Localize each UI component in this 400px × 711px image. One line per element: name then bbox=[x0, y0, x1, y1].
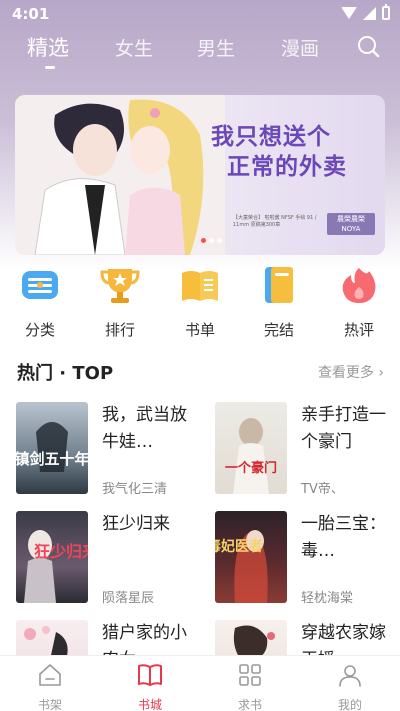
banner-dot bbox=[217, 238, 222, 243]
view-more-link[interactable]: 查看更多 › bbox=[318, 362, 384, 382]
search-icon[interactable] bbox=[356, 34, 380, 58]
book-author: 轻枕海棠 bbox=[301, 591, 354, 606]
quick-menu-label: 排行 bbox=[104, 321, 135, 339]
battery-icon bbox=[382, 4, 390, 20]
book-card[interactable]: 镇剑五十年 我，武当放牛娃… 我气化三清 bbox=[16, 402, 201, 502]
nav-request-book[interactable]: 求书 bbox=[220, 662, 280, 711]
nav-bookshelf[interactable]: 书架 bbox=[20, 662, 80, 711]
book-cover-art: 一个豪门 bbox=[225, 418, 277, 494]
quick-menu-hot-comments[interactable]: 热评 bbox=[329, 265, 389, 340]
request-book-icon bbox=[239, 664, 261, 686]
book-cover-title: 镇剑五十年 bbox=[16, 450, 88, 468]
book-title: 狂少归来 bbox=[102, 514, 170, 534]
chevron-right-icon: › bbox=[378, 365, 384, 381]
book-card[interactable]: 狂少归来 狂少归来 陨落星辰 bbox=[16, 511, 201, 611]
nav-label: 我的 bbox=[337, 698, 362, 711]
tab-male[interactable]: 男生 bbox=[197, 34, 235, 61]
book-card[interactable]: 一个豪门 亲手打造一个豪门 TV帝、 bbox=[215, 402, 400, 502]
hot-section-title: 热门 · TOP bbox=[17, 363, 114, 384]
book-cover-art: 毒妃医者 bbox=[215, 530, 268, 603]
book-title: 一胎三宝：毒… bbox=[301, 514, 386, 561]
banner-logo: 農榮農榮 NOYA bbox=[327, 213, 375, 235]
bookstore-icon bbox=[138, 664, 162, 686]
status-bar: 4:01 bbox=[0, 0, 400, 28]
quick-menu-label: 完结 bbox=[263, 321, 294, 339]
view-more-label: 查看更多 bbox=[317, 365, 374, 381]
tab-female[interactable]: 女生 bbox=[115, 34, 153, 61]
quick-menu: 分类 排行 书单 完结 热评 bbox=[0, 265, 400, 340]
category-tabs: 精选 女生 男生 漫画 bbox=[0, 30, 400, 70]
category-icon bbox=[22, 271, 58, 299]
tab-comics[interactable]: 漫画 bbox=[281, 34, 319, 61]
nav-label: 求书 bbox=[237, 698, 262, 711]
book-cover: 一个豪门 bbox=[215, 402, 287, 494]
tab-featured[interactable]: 精选 bbox=[27, 32, 69, 62]
book-author: 陨落星辰 bbox=[102, 591, 155, 606]
finished-book-icon bbox=[265, 267, 293, 303]
quick-menu-ranking[interactable]: 排行 bbox=[90, 265, 150, 340]
banner-logo-line2: NOYA bbox=[341, 225, 361, 233]
book-author: TV帝、 bbox=[301, 482, 344, 497]
book-title: 亲手打造一个豪门 bbox=[301, 405, 386, 452]
nav-label: 书架 bbox=[37, 698, 62, 711]
wifi-icon bbox=[341, 7, 357, 19]
quick-menu-booklist[interactable]: 书单 bbox=[170, 265, 230, 340]
banner-title-line2: 正常的外卖 bbox=[227, 154, 347, 180]
book-cover: 毒妃医者 bbox=[215, 511, 287, 603]
quick-menu-label: 分类 bbox=[24, 321, 55, 339]
book-cover-art: 镇剑五十年 bbox=[16, 422, 88, 472]
book-cover-title: 毒妃医者 bbox=[215, 538, 263, 555]
status-icons bbox=[341, 4, 390, 20]
active-tab-indicator bbox=[45, 66, 55, 69]
nav-label: 书城 bbox=[137, 698, 162, 711]
promo-banner[interactable]: 我只想送个 正常的外卖 【大童荣合】 啦啦酱 NFSF 手绘 91 / 11mm… bbox=[15, 95, 385, 255]
nav-profile[interactable]: 我的 bbox=[320, 662, 380, 711]
bookshelf-icon bbox=[39, 664, 61, 686]
nav-bookstore[interactable]: 书城 bbox=[120, 662, 180, 711]
bottom-nav: 书架 书城 求书 我的 bbox=[0, 655, 400, 711]
book-cover: 镇剑五十年 bbox=[16, 402, 88, 494]
cell-signal-icon bbox=[363, 6, 376, 20]
book-cover-title: 狂少归来 bbox=[34, 542, 88, 561]
book-cover-title: 一个豪门 bbox=[225, 460, 277, 476]
banner-info-text: 【大童荣合】 啦啦酱 NFSF 手绘 91 / 11mm 原稿第300章 bbox=[233, 215, 317, 228]
banner-pager bbox=[201, 238, 222, 243]
book-title: 我，武当放牛娃… bbox=[102, 405, 187, 452]
hot-comment-icon bbox=[342, 268, 376, 303]
booklist-icon bbox=[182, 271, 218, 301]
book-author: 我气化三清 bbox=[102, 482, 168, 497]
quick-menu-label: 书单 bbox=[184, 321, 215, 339]
banner-logo-line1: 農榮農榮 bbox=[337, 215, 365, 223]
book-cover-art: 狂少归来 bbox=[24, 530, 88, 603]
banner-dot bbox=[201, 238, 206, 243]
trophy-icon bbox=[100, 269, 140, 303]
book-cover: 狂少归来 bbox=[16, 511, 88, 603]
banner-dot bbox=[209, 238, 214, 243]
quick-menu-label: 热评 bbox=[343, 321, 374, 339]
quick-menu-finished[interactable]: 完结 bbox=[249, 265, 309, 340]
banner-illustration bbox=[15, 95, 225, 255]
quick-menu-category[interactable]: 分类 bbox=[10, 265, 70, 340]
profile-icon bbox=[339, 665, 361, 687]
status-time: 4:01 bbox=[12, 5, 50, 23]
banner-title-line1: 我只想送个 bbox=[211, 124, 331, 150]
book-card[interactable]: 毒妃医者 一胎三宝：毒… 轻枕海棠 bbox=[215, 511, 400, 611]
